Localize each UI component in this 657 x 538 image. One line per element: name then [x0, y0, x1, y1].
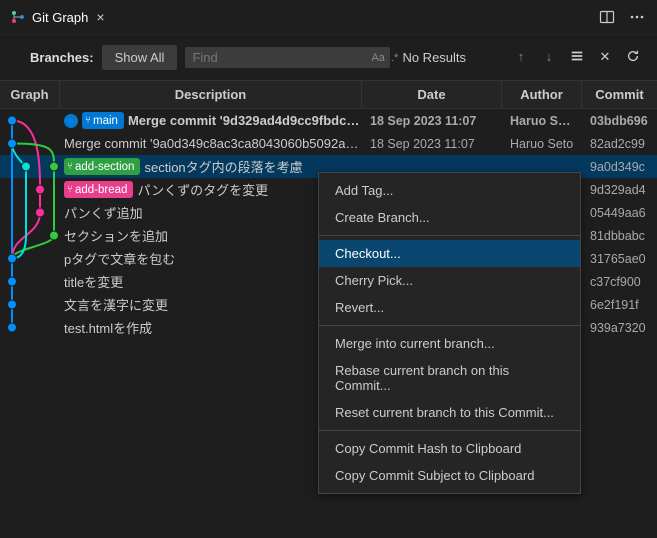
description-cell: pタグで文章を包む: [60, 249, 362, 268]
commit-row[interactable]: ⑂main Merge commit '9d329ad4d9cc9fbdc…18 …: [0, 109, 657, 132]
branch-icon: ⑂: [67, 184, 73, 195]
commit-description: Merge commit '9d329ad4d9cc9fbdc…: [128, 113, 359, 128]
commit-hash: 31765ae0: [582, 252, 657, 266]
graph-cell: [0, 316, 60, 339]
graph-cell: [0, 270, 60, 293]
header-date[interactable]: Date: [362, 81, 502, 108]
commit-description: pタグで文章を包む: [64, 249, 175, 268]
branches-label: Branches:: [30, 50, 94, 65]
menu-item[interactable]: Rebase current branch on this Commit...: [319, 357, 580, 399]
description-cell: パンくず追加: [60, 203, 362, 222]
commit-description: test.htmlを作成: [64, 318, 152, 337]
tab-bar: Git Graph ×: [0, 0, 657, 35]
collapse-icon[interactable]: [569, 49, 585, 66]
graph-cell: [0, 132, 60, 155]
branch-tag[interactable]: ⑂add-section: [64, 158, 140, 175]
commit-description: パンくず追加: [64, 203, 143, 222]
header-author[interactable]: Author: [502, 81, 582, 108]
branch-tag[interactable]: ⑂add-bread: [64, 181, 133, 198]
menu-item[interactable]: Reset current branch to this Commit...: [319, 399, 580, 426]
commit-description: セクションを追加: [64, 226, 168, 245]
graph-cell: [0, 224, 60, 247]
commit-author: Haruo Seto: [502, 114, 582, 128]
head-marker-icon: [64, 114, 78, 128]
commit-hash: 9a0d349c: [582, 160, 657, 174]
commit-author: Haruo Seto: [502, 137, 582, 151]
commit-description: Merge commit '9a0d349c8ac3ca8043060b5092…: [64, 136, 362, 151]
git-graph-icon: [10, 9, 26, 25]
branch-tag-label: add-section: [75, 161, 134, 173]
context-menu: Add Tag...Create Branch... Checkout...Che…: [318, 172, 581, 494]
description-cell: ⑂add-sectionsectionタグ内の段落を考慮: [60, 157, 362, 176]
commit-hash: 03bdb696: [582, 114, 657, 128]
menu-separator: [319, 235, 580, 236]
search-box[interactable]: Aa .*: [185, 47, 390, 68]
tab-git-graph[interactable]: Git Graph ×: [0, 0, 117, 34]
more-icon[interactable]: [629, 9, 645, 25]
column-headers: Graph Description Date Author Commit: [0, 80, 657, 109]
graph-cell: [0, 109, 60, 132]
branch-tag-label: add-bread: [75, 184, 127, 196]
no-results-label: No Results: [398, 50, 466, 65]
menu-item[interactable]: Checkout...: [319, 240, 580, 267]
menu-item[interactable]: Copy Commit Subject to Clipboard: [319, 462, 580, 489]
graph-cell: [0, 155, 60, 178]
graph-cell: [0, 247, 60, 270]
description-cell: test.htmlを作成: [60, 318, 362, 337]
header-graph[interactable]: Graph: [0, 81, 60, 108]
commit-hash: 81dbbabc: [582, 229, 657, 243]
description-cell: セクションを追加: [60, 226, 362, 245]
graph-cell: [0, 293, 60, 316]
commit-hash: c37cf900: [582, 275, 657, 289]
menu-item[interactable]: Copy Commit Hash to Clipboard: [319, 435, 580, 462]
header-description[interactable]: Description: [60, 81, 362, 108]
tab-actions: [599, 9, 657, 25]
close-search-icon[interactable]: ✕: [597, 49, 613, 66]
branches-dropdown[interactable]: Show All: [102, 45, 178, 70]
tab-title: Git Graph: [32, 10, 88, 25]
refresh-icon[interactable]: [625, 49, 641, 66]
branch-icon: ⑂: [67, 161, 73, 172]
commit-description: sectionタグ内の段落を考慮: [144, 157, 302, 176]
commit-description: titleを変更: [64, 272, 123, 291]
commit-hash: 6e2f191f: [582, 298, 657, 312]
description-cell: 文言を漢字に変更: [60, 295, 362, 314]
commit-hash: 9d329ad4: [582, 183, 657, 197]
commit-description: パンくずのタグを変更: [137, 180, 268, 199]
search-input[interactable]: [192, 50, 368, 65]
commit-hash: 82ad2c99: [582, 137, 657, 151]
menu-item[interactable]: Merge into current branch...: [319, 330, 580, 357]
branch-tag-label: main: [93, 115, 118, 127]
menu-item[interactable]: Cherry Pick...: [319, 267, 580, 294]
commit-row[interactable]: Merge commit '9a0d349c8ac3ca8043060b5092…: [0, 132, 657, 155]
close-icon[interactable]: ×: [94, 9, 106, 25]
arrow-down-icon[interactable]: ↓: [541, 49, 557, 66]
menu-separator: [319, 325, 580, 326]
branch-icon: ⑂: [85, 115, 91, 126]
commit-description: 文言を漢字に変更: [64, 295, 168, 314]
graph-cell: [0, 178, 60, 201]
branch-tag[interactable]: ⑂main: [82, 112, 124, 129]
graph-cell: [0, 201, 60, 224]
commit-hash: 939a7320: [582, 321, 657, 335]
menu-item[interactable]: Revert...: [319, 294, 580, 321]
arrow-up-icon[interactable]: ↑: [513, 49, 529, 66]
description-cell: ⑂add-breadパンくずのタグを変更: [60, 180, 362, 199]
menu-separator: [319, 430, 580, 431]
description-cell: titleを変更: [60, 272, 362, 291]
menu-item[interactable]: Create Branch...: [319, 204, 580, 231]
commit-date: 18 Sep 2023 11:07: [362, 137, 502, 151]
description-cell: Merge commit '9a0d349c8ac3ca8043060b5092…: [60, 136, 362, 151]
toolbar: Branches: Show All Aa .* No Results ↑ ↓ …: [0, 35, 657, 80]
case-sensitive-icon[interactable]: Aa: [368, 52, 387, 64]
header-commit[interactable]: Commit: [582, 81, 657, 108]
menu-item[interactable]: Add Tag...: [319, 177, 580, 204]
commit-date: 18 Sep 2023 11:07: [362, 114, 502, 128]
split-editor-icon[interactable]: [599, 9, 615, 25]
description-cell: ⑂main Merge commit '9d329ad4d9cc9fbdc…: [60, 112, 362, 129]
commit-hash: 05449aa6: [582, 206, 657, 220]
